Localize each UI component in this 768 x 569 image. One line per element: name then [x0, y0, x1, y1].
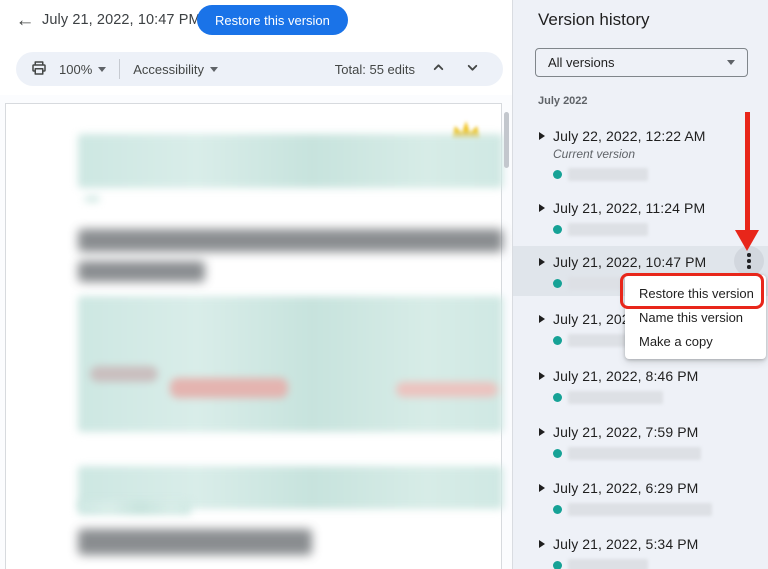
editor-line [553, 503, 768, 516]
arrow-left-icon: ← [15, 10, 35, 31]
document-scrollbar-thumb[interactable] [504, 112, 509, 168]
blurred-link-text [396, 382, 498, 397]
document-page [5, 103, 503, 569]
menu-item-restore[interactable]: Restore this version [625, 282, 766, 306]
expand-triangle-icon[interactable] [539, 428, 545, 436]
chevron-down-icon [466, 61, 479, 77]
expand-triangle-icon[interactable] [539, 372, 545, 380]
blurred-highlight-paragraph [78, 296, 503, 432]
version-date: July 21, 2022, 8:46 PM [553, 368, 699, 384]
version-list-item[interactable]: July 21, 2022, 5:34 PM [513, 529, 768, 569]
editor-line [553, 168, 768, 181]
blurred-heading-line-3 [78, 529, 312, 555]
previous-edit-button[interactable] [430, 59, 447, 79]
menu-item-name-version[interactable]: Name this version [625, 306, 766, 330]
version-list-item[interactable]: July 21, 2022, 11:24 PM [513, 193, 768, 245]
editor-line [553, 223, 768, 236]
version-filter-dropdown[interactable]: All versions [535, 48, 748, 77]
version-date: July 22, 2022, 12:22 AM [553, 128, 706, 144]
editor-color-dot [553, 505, 562, 514]
print-icon [30, 59, 48, 80]
preview-toolbar: 100% Accessibility Total: 55 edits [16, 52, 503, 86]
chevron-down-icon [210, 66, 219, 72]
expand-triangle-icon[interactable] [539, 315, 545, 323]
blurred-editor-name [568, 503, 712, 516]
blurred-highlight-paragraph [78, 134, 503, 188]
version-list-item[interactable]: July 21, 2022, 7:59 PM [513, 417, 768, 469]
blurred-highlight-dash [84, 196, 100, 202]
chevron-down-icon [727, 60, 735, 65]
editor-line [553, 559, 768, 569]
month-section-label: July 2022 [538, 95, 588, 107]
blurred-editor-name [568, 223, 648, 236]
version-date: July 21, 2022, 6:29 PM [553, 480, 699, 496]
editor-color-dot [553, 279, 562, 288]
editor-color-dot [553, 336, 562, 345]
editor-color-dot [553, 561, 562, 569]
editor-color-dot [553, 170, 562, 179]
three-dot-menu-icon [747, 253, 751, 269]
version-date: July 21, 2022, 5:34 PM [553, 536, 699, 552]
more-options-button[interactable] [734, 246, 764, 276]
expand-triangle-icon[interactable] [539, 484, 545, 492]
editor-color-dot [553, 393, 562, 402]
blurred-link-text [90, 366, 158, 382]
zoom-select[interactable]: 100% [59, 61, 107, 77]
accessibility-menu[interactable]: Accessibility [133, 61, 219, 77]
editor-color-dot [553, 449, 562, 458]
editor-color-dot [553, 225, 562, 234]
version-list-item[interactable]: July 21, 2022, 8:46 PM [513, 361, 768, 413]
toolbar-divider [119, 59, 121, 79]
blurred-highlight-tail [78, 501, 191, 515]
chevron-down-icon [98, 66, 107, 72]
panel-title: Version history [538, 10, 650, 29]
expand-triangle-icon[interactable] [539, 540, 545, 548]
document-preview-viewport [0, 95, 513, 569]
current-version-note: Current version [553, 147, 636, 161]
version-list-item[interactable]: July 21, 2022, 6:29 PM [513, 473, 768, 525]
blurred-editor-name [568, 168, 648, 181]
accessibility-label: Accessibility [133, 61, 205, 77]
expand-triangle-icon[interactable] [539, 258, 545, 266]
print-button[interactable] [28, 57, 50, 82]
blurred-heading-line-1 [78, 229, 503, 252]
blurred-editor-name [568, 559, 648, 569]
version-date: July 21, 2022, 10:47 PM [553, 254, 707, 270]
blurred-heading-line-2 [78, 261, 205, 282]
expand-triangle-icon[interactable] [539, 132, 545, 140]
next-edit-button[interactable] [464, 59, 481, 79]
blurred-link-text [170, 378, 288, 398]
editor-line [553, 391, 768, 404]
zoom-value: 100% [59, 61, 93, 77]
version-list-item[interactable]: July 22, 2022, 12:22 AM Current version [513, 121, 768, 190]
version-filter-value: All versions [548, 55, 615, 70]
editor-line [553, 447, 768, 460]
back-button[interactable]: ← [12, 8, 38, 34]
chevron-up-icon [432, 61, 445, 77]
restore-version-button[interactable]: Restore this version [197, 5, 348, 35]
blurred-editor-name [568, 447, 701, 460]
menu-item-make-copy[interactable]: Make a copy [625, 330, 766, 354]
version-date: July 21, 2022, 11:24 PM [553, 200, 706, 216]
google-docs-version-history-screen: ← July 21, 2022, 10:47 PM Restore this v… [0, 0, 768, 569]
version-title: July 21, 2022, 10:47 PM [42, 12, 201, 28]
expand-triangle-icon[interactable] [539, 204, 545, 212]
total-edits-label: Total: 55 edits [334, 61, 415, 77]
version-date: July 21, 2022, 7:59 PM [553, 424, 699, 440]
blurred-editor-name [568, 391, 663, 404]
version-context-menu: Restore this version Name this version M… [625, 275, 766, 359]
